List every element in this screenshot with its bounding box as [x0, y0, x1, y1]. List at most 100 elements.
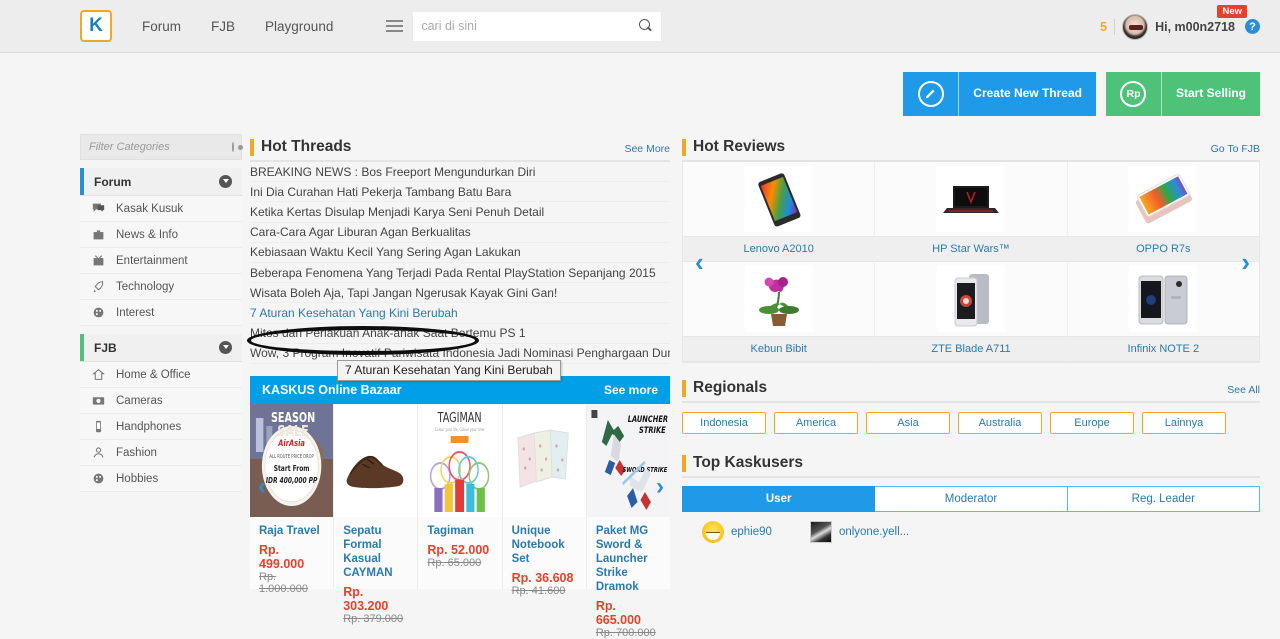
sidebar-item-hobbies[interactable]: Hobbies	[80, 466, 242, 492]
kaskuser-name[interactable]: onlyone.yell...	[839, 526, 909, 538]
start-selling-label: Start Selling	[1175, 86, 1246, 101]
kaskuser-name[interactable]: ephie90	[731, 526, 772, 538]
bazaar-see-more-link[interactable]: See more	[604, 383, 658, 397]
avatar[interactable]	[1122, 13, 1149, 40]
kaskuser-item[interactable]: onlyone.yell...	[809, 521, 909, 543]
bazaar-next-arrow[interactable]: ›	[656, 473, 664, 501]
svg-text:ALL ROUTE PRICE DROP: ALL ROUTE PRICE DROP	[269, 453, 314, 460]
avatar	[809, 521, 832, 543]
review-card[interactable]: Infinix NOTE 2	[1067, 262, 1259, 362]
sidebar-item-news-info[interactable]: News & Info	[80, 222, 242, 248]
review-card-name[interactable]: ZTE Blade A711	[875, 336, 1067, 362]
svg-text:TAGIMAN: TAGIMAN	[437, 409, 482, 425]
pencil-icon	[903, 72, 960, 116]
review-card[interactable]: HP Star Wars™	[875, 162, 1068, 262]
kaskuser-item[interactable]: ephie90	[702, 521, 772, 543]
regionals-grid: Indonesia America Asia Australia Europe …	[682, 412, 1260, 434]
thread-item[interactable]: Beberapa Fenomena Yang Terjadi Pada Rent…	[250, 263, 670, 284]
sidebar-section-fjb[interactable]: FJB	[80, 334, 242, 362]
thread-item[interactable]: Kebiasaan Waktu Kecil Yang Sering Agan L…	[250, 243, 670, 263]
hot-threads-title: Hot Threads	[261, 138, 352, 155]
sidebar-item-interest[interactable]: Interest	[80, 300, 242, 326]
bazaar-card-row: AirAsia ALL ROUTE PRICE DROP Start From …	[250, 403, 671, 639]
regional-button-indonesia[interactable]: Indonesia	[682, 412, 766, 434]
hot-reviews-prev-arrow[interactable]: ‹	[695, 249, 704, 275]
bazaar-prev-arrow[interactable]: ‹	[258, 473, 266, 501]
chevron-down-icon[interactable]	[219, 341, 232, 354]
filter-categories-input[interactable]	[89, 141, 232, 153]
review-card-name[interactable]: Infinix NOTE 2	[1067, 336, 1259, 362]
regional-button-europe[interactable]: Europe	[1050, 412, 1134, 434]
regional-button-australia[interactable]: Australia	[958, 412, 1042, 434]
review-card[interactable]: OPPO R7s	[1067, 162, 1259, 262]
sidebar-item-home-office[interactable]: Home & Office	[80, 362, 242, 388]
thread-item[interactable]: Wisata Boleh Aja, Tapi Jangan Ngerusak K…	[250, 283, 670, 304]
sidebar-section-forum[interactable]: Forum	[80, 168, 242, 196]
search-input[interactable]	[421, 19, 640, 33]
create-new-thread-button[interactable]: Create New Thread	[903, 72, 1096, 116]
review-card[interactable]: Lenovo A2010	[683, 162, 876, 262]
thread-item[interactable]: BREAKING NEWS : Bos Freeport Mengundurka…	[250, 162, 670, 183]
hot-threads-see-more-link[interactable]: See More	[624, 143, 670, 155]
search-icon[interactable]	[639, 19, 653, 33]
new-badge: New	[1217, 4, 1247, 18]
hot-reviews-header: Hot Reviews Go To FJB	[682, 134, 1260, 162]
person-icon	[93, 447, 104, 458]
bazaar-card[interactable]: Unique Notebook Set Rp. 36.608 Rp. 41.60…	[502, 403, 587, 597]
nav-item-playground[interactable]: Playground	[265, 19, 333, 34]
review-card-name[interactable]: Lenovo A2010	[683, 236, 875, 262]
sidebar-item-handphones[interactable]: Handphones	[80, 414, 242, 440]
filter-categories-box[interactable]	[80, 134, 243, 160]
sidebar-item-kasak-kusuk[interactable]: Kasak Kusuk	[80, 196, 242, 222]
tab-user[interactable]: User	[682, 486, 876, 512]
help-icon[interactable]: ?	[1245, 19, 1260, 34]
bazaar-card[interactable]: Sepatu Formal Kasual CAYMAN Rp. 303.200 …	[334, 403, 419, 625]
go-to-fjb-link[interactable]: Go To FJB	[1211, 143, 1260, 155]
bazaar-card-title: Paket MG Sword & Launcher Strike Dramok	[595, 524, 649, 593]
search-area	[375, 11, 662, 41]
sidebar-item-label: Kasak Kusuk	[116, 202, 184, 215]
review-card[interactable]: ZTE Blade A711	[875, 262, 1068, 362]
user-greeting[interactable]: Hi, m00n2718 New	[1155, 4, 1247, 34]
review-card-name[interactable]: HP Star Wars™	[875, 236, 1067, 262]
thread-item[interactable]: Mitos dan Perlakuan Anak-anak Saat Berte…	[250, 324, 670, 344]
regionals-see-all-link[interactable]: See All	[1227, 384, 1260, 396]
nav-item-forum[interactable]: Forum	[142, 19, 181, 34]
regionals-title: Regionals	[693, 379, 768, 396]
action-buttons: Create New Thread Rp Start Selling	[903, 72, 1260, 116]
eye-icon[interactable]	[232, 142, 243, 152]
thread-item-highlighted[interactable]: 7 Aturan Kesehatan Yang Kini Berubah	[250, 303, 670, 324]
top-kaskusers-header: Top Kaskusers	[682, 450, 1260, 478]
start-selling-button[interactable]: Rp Start Selling	[1105, 72, 1260, 116]
tab-moderator[interactable]: Moderator	[875, 486, 1068, 512]
thread-item[interactable]: Ketika Kertas Disulap Menjadi Karya Seni…	[250, 202, 670, 223]
sidebar-item-entertainment[interactable]: Entertainment	[80, 248, 242, 274]
tab-reg-leader[interactable]: Reg. Leader	[1067, 486, 1260, 512]
chevron-down-icon[interactable]	[219, 175, 232, 188]
hot-reviews-next-arrow[interactable]: ›	[1241, 249, 1250, 275]
top-kaskusers-list: ephie90 onlyone.yell...	[682, 521, 1260, 543]
svg-text:STRIKE: STRIKE	[639, 425, 666, 435]
regional-button-lainnya[interactable]: Lainnya	[1142, 412, 1226, 434]
review-card[interactable]: Kebun Bibit	[683, 262, 876, 362]
accent-bar	[682, 454, 686, 472]
sidebar-item-fashion[interactable]: Fashion	[80, 440, 242, 466]
regional-button-america[interactable]: America	[774, 412, 858, 434]
thread-item[interactable]: Cara-Cara Agar Liburan Agan Berkualitas	[250, 223, 670, 243]
bazaar-card[interactable]: TAGIMAN Colour your life, Colour your ti…	[418, 403, 503, 589]
nav-item-fjb[interactable]: FJB	[211, 19, 235, 34]
hamburger-menu-icon[interactable]	[375, 11, 414, 41]
sidebar-item-technology[interactable]: Technology	[80, 274, 242, 300]
kaskus-logo[interactable]: K	[80, 10, 112, 42]
regional-button-asia[interactable]: Asia	[866, 412, 950, 434]
divider	[1114, 18, 1116, 35]
review-card-name[interactable]: OPPO R7s	[1067, 236, 1259, 262]
review-card-name[interactable]: Kebun Bibit	[683, 336, 875, 362]
svg-text:Colour your life, Colour your: Colour your life, Colour your time	[435, 427, 484, 432]
search-box[interactable]	[413, 11, 662, 41]
sidebar-item-label: Home & Office	[116, 368, 191, 381]
create-new-thread-label: Create New Thread	[973, 86, 1082, 101]
thread-item[interactable]: Ini Dia Curahan Hati Pekerja Tambang Bat…	[250, 182, 670, 203]
sidebar-item-cameras[interactable]: Cameras	[80, 388, 242, 414]
notification-count[interactable]: 5	[1100, 20, 1107, 34]
